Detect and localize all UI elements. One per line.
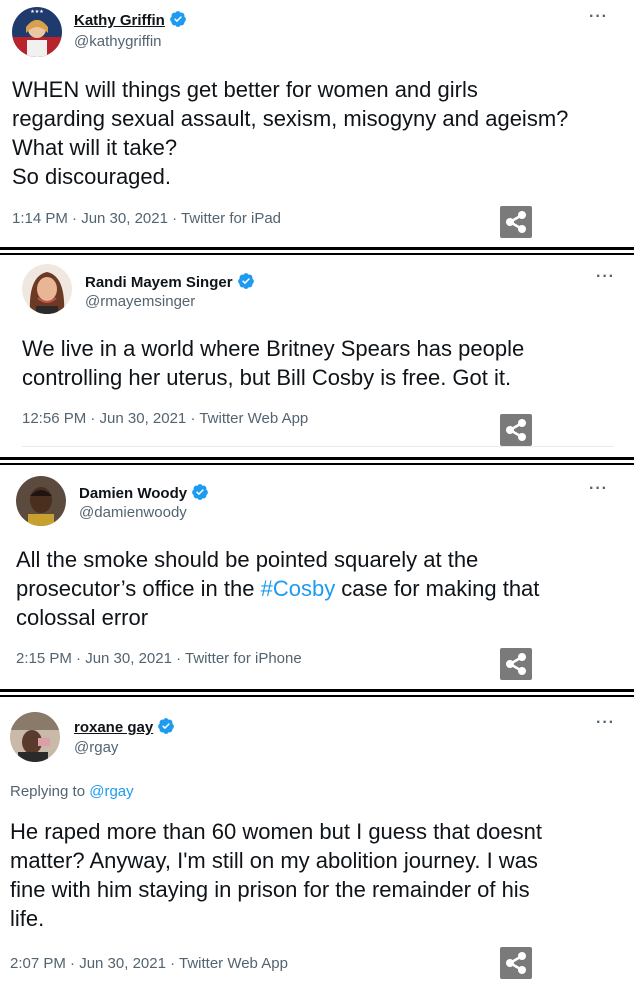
tweet-timestamp[interactable]: 2:15 PM · Jun 30, 2021 · Twitter for iPh… — [16, 650, 302, 667]
divider — [0, 689, 634, 692]
tweet-card: Damien Woody @damienwoody ··· All the sm… — [0, 466, 634, 688]
share-icon[interactable] — [500, 648, 532, 680]
avatar[interactable] — [22, 264, 72, 314]
display-name[interactable]: Kathy Griffin — [74, 10, 187, 29]
more-options-icon[interactable]: ··· — [596, 268, 615, 286]
divider — [0, 695, 634, 697]
handle[interactable]: @rmayemsinger — [85, 293, 195, 310]
display-name[interactable]: Damien Woody — [79, 483, 209, 502]
verified-badge-icon — [237, 273, 254, 289]
divider — [0, 457, 634, 460]
tweet-card: Randi Mayem Singer @rmayemsinger ··· We … — [0, 256, 634, 456]
tweet-text: WHEN will things get better for women an… — [12, 77, 569, 189]
mention-link[interactable]: @rgay — [89, 783, 133, 800]
tweet-timestamp[interactable]: 12:56 PM · Jun 30, 2021 · Twitter Web Ap… — [22, 410, 308, 427]
more-options-icon[interactable]: ··· — [589, 8, 608, 26]
divider — [0, 253, 634, 255]
tweet-timestamp[interactable]: 2:07 PM · Jun 30, 2021 · Twitter Web App — [10, 955, 288, 972]
handle[interactable]: @kathygriffin — [74, 33, 162, 50]
avatar[interactable] — [10, 712, 60, 762]
more-options-icon[interactable]: ··· — [596, 714, 615, 732]
handle[interactable]: @rgay — [74, 739, 118, 756]
avatar[interactable] — [16, 476, 66, 526]
handle[interactable]: @damienwoody — [79, 504, 187, 521]
hashtag-link[interactable]: #Cosby — [261, 576, 336, 601]
share-icon[interactable] — [500, 947, 532, 979]
replying-to: Replying to @rgay — [10, 783, 134, 800]
verified-badge-icon — [158, 718, 175, 734]
verified-badge-icon — [169, 11, 186, 27]
share-icon[interactable] — [500, 206, 532, 238]
divider — [0, 463, 634, 465]
tweet-timestamp[interactable]: 1:14 PM · Jun 30, 2021 · Twitter for iPa… — [12, 210, 281, 227]
tweet-text: We live in a world where Britney Spears … — [22, 336, 525, 390]
tweet-card: ★★★ Kathy Griffin @kathygriffin ··· WHEN… — [0, 0, 634, 246]
share-icon[interactable] — [500, 414, 532, 446]
svg-text:★★★: ★★★ — [30, 9, 44, 15]
more-options-icon[interactable]: ··· — [589, 480, 608, 498]
display-name[interactable]: Randi Mayem Singer — [85, 272, 255, 291]
divider — [0, 247, 634, 250]
tweet-card: roxane gay @rgay ··· Replying to @rgay H… — [0, 698, 634, 986]
verified-badge-icon — [192, 484, 208, 500]
avatar[interactable]: ★★★ — [12, 7, 62, 57]
tweet-text: He raped more than 60 women but I guess … — [10, 819, 542, 931]
divider — [22, 446, 614, 447]
display-name[interactable]: roxane gay — [74, 717, 175, 736]
tweet-text: All the smoke should be pointed squarely… — [16, 547, 540, 630]
